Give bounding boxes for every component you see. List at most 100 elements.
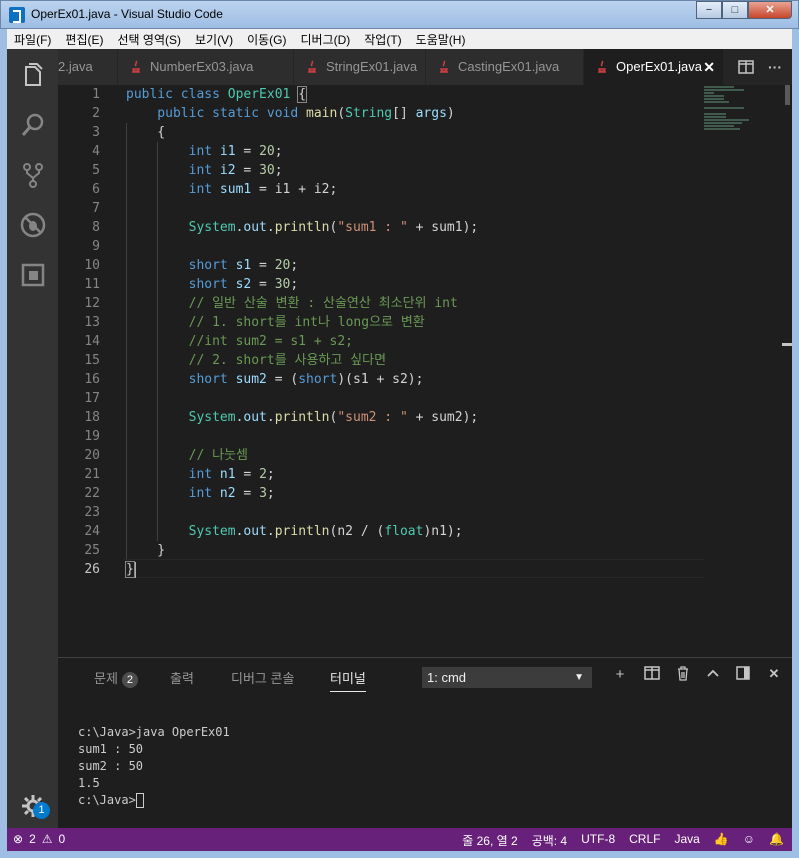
line-number: 16 bbox=[84, 372, 100, 387]
tab-actions: ··· bbox=[738, 49, 792, 85]
line-number: 7 bbox=[92, 201, 100, 216]
new-terminal-icon[interactable]: + bbox=[612, 666, 628, 683]
java-file-icon bbox=[440, 60, 448, 73]
warning-icon: ⚠ bbox=[41, 832, 53, 846]
line-number: 8 bbox=[92, 220, 100, 235]
language-mode[interactable]: Java bbox=[674, 832, 699, 849]
overview-ruler-marker bbox=[782, 343, 792, 353]
close-panel-icon[interactable]: ✕ bbox=[766, 666, 782, 683]
chevron-down-icon: ▼ bbox=[574, 672, 584, 683]
line-number: 11 bbox=[84, 277, 100, 292]
terminal-line: sum2 : 50 bbox=[78, 759, 144, 773]
more-icon[interactable]: ··· bbox=[768, 59, 782, 75]
line-number: 14 bbox=[84, 334, 100, 349]
tab-castingex01[interactable]: CastingEx01.java bbox=[426, 49, 584, 85]
chevron-up-icon[interactable] bbox=[706, 666, 720, 680]
terminal-select[interactable]: 1: cmd ▼ bbox=[422, 667, 592, 688]
split-editor-icon[interactable] bbox=[738, 60, 754, 74]
source-control-icon[interactable] bbox=[19, 161, 47, 189]
terminal-output[interactable]: c:\Java>java OperEx01 sum1 : 50 sum2 : 50 1… bbox=[78, 724, 230, 809]
panel-actions: + ✕ bbox=[612, 666, 782, 683]
close-window-button[interactable]: ✕ bbox=[748, 1, 792, 19]
window-frame-bottom bbox=[0, 851, 799, 858]
trash-icon[interactable] bbox=[676, 666, 690, 681]
tab-numberex03[interactable]: NumberEx03.java bbox=[118, 49, 294, 85]
warning-count: 0 bbox=[58, 832, 66, 846]
line-number: 13 bbox=[84, 315, 100, 330]
tab-stringex01[interactable]: StringEx01.java bbox=[294, 49, 426, 85]
text-cursor bbox=[133, 561, 136, 578]
tab-terminal[interactable]: 터미널 bbox=[330, 668, 366, 692]
code-line: public class OperEx01 { bbox=[126, 86, 308, 103]
tab-debug-console[interactable]: 디버그 콘솔 bbox=[231, 668, 294, 687]
menu-selection[interactable]: 선택 영역(S) bbox=[110, 31, 188, 48]
cursor-position[interactable]: 줄 26, 열 2 bbox=[462, 832, 517, 849]
close-tab-icon[interactable]: ✕ bbox=[703, 49, 715, 85]
line-number: 24 bbox=[84, 524, 100, 539]
code-line: // 나눗셈 bbox=[126, 448, 248, 463]
menu-edit[interactable]: 편집(E) bbox=[58, 31, 110, 48]
menu-file[interactable]: 파일(F) bbox=[7, 31, 58, 48]
terminal-line: c:\Java>java OperEx01 bbox=[78, 725, 230, 739]
extensions-icon[interactable] bbox=[19, 261, 47, 289]
window-frame-left bbox=[0, 29, 7, 858]
line-ending[interactable]: CRLF bbox=[629, 832, 660, 849]
code-line: int i2 = 30; bbox=[126, 163, 283, 178]
java-file-icon bbox=[308, 60, 316, 73]
line-number: 9 bbox=[92, 239, 100, 254]
line-number: 20 bbox=[84, 448, 100, 463]
window-title: OperEx01.java - Visual Studio Code bbox=[31, 7, 223, 21]
panel-tabs: 문제 2 출력 디버그 콘솔 터미널 1: cmd ▼ + ✕ bbox=[58, 658, 792, 696]
scrollbar-thumb[interactable] bbox=[785, 85, 790, 105]
menu-tasks[interactable]: 작업(T) bbox=[357, 31, 408, 48]
tab-output[interactable]: 출력 bbox=[170, 668, 194, 687]
activity-bar bbox=[7, 49, 58, 828]
menu-view[interactable]: 보기(V) bbox=[188, 31, 240, 48]
line-number: 26 bbox=[84, 562, 100, 577]
problems-count-badge: 2 bbox=[121, 672, 138, 688]
code-line: short sum2 = (short)(s1 + s2); bbox=[126, 372, 424, 387]
code-editor[interactable]: 1 public class OperEx01 { 2 public static… bbox=[58, 85, 792, 657]
indentation[interactable]: 공백: 4 bbox=[532, 832, 567, 849]
code-line: // 2. short를 사용하고 싶다면 bbox=[126, 353, 387, 368]
like-icon[interactable]: 👍 bbox=[714, 832, 729, 849]
minimap[interactable] bbox=[704, 85, 776, 145]
maximize-button[interactable]: □ bbox=[722, 1, 748, 19]
code-line: int n1 = 2; bbox=[126, 467, 275, 482]
terminal-prompt: c:\Java> bbox=[78, 793, 136, 807]
code-line: } bbox=[126, 543, 166, 558]
toggle-panel-icon[interactable] bbox=[736, 666, 750, 680]
smiley-feedback-icon[interactable]: ☺ bbox=[743, 832, 755, 849]
tab-problems[interactable]: 문제 2 bbox=[94, 668, 138, 688]
menu-debug[interactable]: 디버그(D) bbox=[293, 31, 357, 48]
encoding[interactable]: UTF-8 bbox=[581, 832, 615, 849]
terminal-line: sum1 : 50 bbox=[78, 742, 144, 756]
explorer-icon[interactable] bbox=[19, 61, 47, 89]
line-number: 6 bbox=[92, 182, 100, 197]
line-number: 5 bbox=[92, 163, 100, 178]
line-number: 12 bbox=[84, 296, 100, 311]
menu-go[interactable]: 이동(G) bbox=[240, 31, 293, 48]
code-line: //int sum2 = s1 + s2; bbox=[126, 334, 353, 349]
tab-operex01[interactable]: OperEx01.java ✕ bbox=[584, 49, 724, 85]
debug-icon[interactable] bbox=[19, 211, 47, 239]
terminal-line: 1.5 bbox=[78, 776, 100, 790]
split-terminal-icon[interactable] bbox=[644, 666, 660, 680]
status-problems[interactable]: ⊗ 2 ⚠ 0 bbox=[13, 832, 65, 846]
error-icon: ⊗ bbox=[13, 832, 24, 846]
code-line: { bbox=[126, 125, 166, 140]
line-number: 2 bbox=[92, 106, 100, 121]
bottom-panel: 문제 2 출력 디버그 콘솔 터미널 1: cmd ▼ + ✕ c:\Java>ja… bbox=[58, 657, 792, 828]
line-number: 25 bbox=[84, 543, 100, 558]
window-titlebar: OperEx01.java - Visual Studio Code − □ ✕ bbox=[0, 0, 799, 29]
menu-help[interactable]: 도움말(H) bbox=[409, 31, 473, 48]
line-number: 22 bbox=[84, 486, 100, 501]
bell-icon[interactable]: 🔔 bbox=[769, 832, 784, 849]
window-frame-right bbox=[792, 29, 799, 858]
minimize-button[interactable]: − bbox=[696, 1, 722, 19]
code-line: System.out.println("sum1 : " + sum1); bbox=[126, 220, 479, 235]
error-count: 2 bbox=[29, 832, 36, 846]
line-number: 18 bbox=[84, 410, 100, 425]
search-icon[interactable] bbox=[19, 111, 47, 139]
tab-file-2[interactable]: 2.java bbox=[58, 49, 118, 85]
